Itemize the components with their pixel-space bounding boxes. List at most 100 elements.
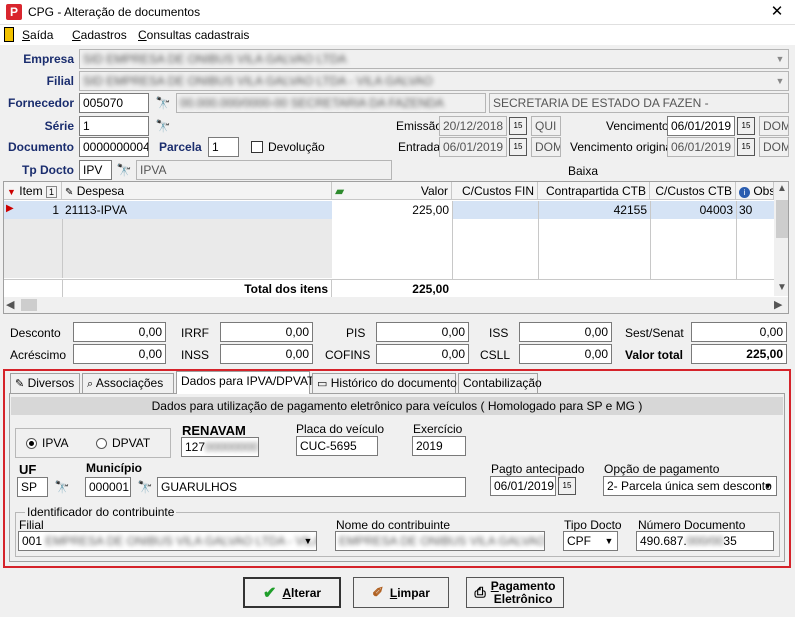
ipva-radio-label: IPVA <box>42 436 69 450</box>
sestsenat-input[interactable]: 0,00 <box>691 322 787 342</box>
renavam-input[interactable]: 12700000000 <box>181 437 259 457</box>
chevron-down-icon[interactable]: ▼ <box>601 532 617 550</box>
col-obs-label: Obs <box>753 184 774 198</box>
col-header-contrapartida[interactable]: Contrapartida CTB <box>538 182 650 200</box>
desconto-input[interactable]: 0,00 <box>73 322 166 342</box>
fornecedor-label: Fornecedor <box>7 96 74 110</box>
col-item-label: Item <box>19 184 43 198</box>
cofins-input[interactable]: 0,00 <box>376 344 469 364</box>
fornecedor-doc-field: 00.000.000/0000-00 SECRETARIA DA FAZENDA <box>176 93 486 113</box>
csll-input[interactable]: 0,00 <box>519 344 612 364</box>
cell-despesa: 21113-IPVA <box>65 203 128 217</box>
chevron-down-icon[interactable]: ▼ <box>772 72 788 90</box>
binoculars-search-icon[interactable]: 🔭 <box>135 477 155 497</box>
calendar-icon[interactable]: 15 <box>509 117 527 135</box>
numero-documento-input[interactable]: 490.687.000/0035 <box>636 531 774 551</box>
parcela-input[interactable]: 1 <box>208 137 239 157</box>
placa-input[interactable]: CUC-5695 <box>296 436 378 456</box>
chevron-down-icon[interactable]: ▼ <box>760 477 776 495</box>
vencimento-label: Vencimento <box>606 119 669 133</box>
empresa-select[interactable]: SID EMPRESA DE ONIBUS VILA GALVAO LTDA <box>79 49 789 69</box>
municipio-name-field[interactable]: GUARULHOS <box>157 477 466 497</box>
table-row[interactable]: ▶ 1 21113-IPVA 225,00 42155 04003 30 <box>4 201 774 219</box>
alterar-label: Alterar <box>282 585 322 600</box>
horizontal-scrollbar[interactable]: ◀ ▶ <box>4 297 788 313</box>
irrf-input[interactable]: 0,00 <box>220 322 313 342</box>
col-header-valor[interactable]: ▰ Valor <box>332 182 452 200</box>
binoculars-search-icon[interactable]: 🔭 <box>153 116 173 136</box>
renavam-hidden: 00000000 <box>205 440 259 454</box>
chevron-down-icon[interactable]: ▼ <box>772 50 788 68</box>
items-grid[interactable]: ▼ Item 1 ✎ Despesa ▰ Valor C/Custos FIN … <box>3 181 789 314</box>
documento-label: Documento <box>8 140 74 154</box>
col-header-despesa[interactable]: ✎ Despesa <box>62 182 332 200</box>
filial-contrib-select[interactable]: 001 EMPRESA DE ONIBUS VILA GALVAO LTDA -… <box>18 531 317 551</box>
opcao-pagamento-select[interactable]: 2- Parcela única sem desconto <box>603 476 777 496</box>
pis-input[interactable]: 0,00 <box>376 322 469 342</box>
pagto-antecipado-date-input[interactable]: 06/01/2019 <box>490 476 556 496</box>
vencimento-date-input[interactable]: 06/01/2019 <box>667 116 735 136</box>
fornecedor-code-input[interactable]: 005070 <box>79 93 149 113</box>
iss-input[interactable]: 0,00 <box>519 322 612 342</box>
binoculars-search-icon[interactable]: 🔭 <box>114 160 134 180</box>
sort-arrow-icon: ▼ <box>7 187 16 197</box>
devolucao-label: Devolução <box>268 140 325 154</box>
uf-input[interactable]: SP <box>17 477 48 497</box>
municipio-code-input[interactable]: 000001 <box>85 477 131 497</box>
menu-saida[interactable]: Saída <box>22 28 53 42</box>
menu-cadastros[interactable]: Cadastros <box>72 28 127 42</box>
col-item-sort-badge: 1 <box>45 186 57 198</box>
inss-input[interactable]: 0,00 <box>220 344 313 364</box>
limpar-label: Limpar <box>389 585 430 600</box>
dpvat-radio[interactable] <box>96 438 107 449</box>
scroll-down-icon[interactable]: ▼ <box>774 282 788 293</box>
tpdocto-input[interactable]: IPV <box>79 160 112 180</box>
binoculars-search-icon[interactable]: 🔭 <box>153 93 173 113</box>
documento-input[interactable]: 0000000004 <box>79 137 149 157</box>
serie-input[interactable]: 1 <box>79 116 149 136</box>
menu-consultas-cadastrais[interactable]: Consultas cadastrais <box>138 28 249 42</box>
filial-select[interactable]: SID EMPRESA DE ONIBUS VILA GALVAO LTDA -… <box>79 71 789 91</box>
eletronico-label: Eletrônico <box>493 591 553 606</box>
calendar-icon[interactable]: 15 <box>509 138 527 156</box>
calendar-icon[interactable]: 15 <box>558 477 576 495</box>
alterar-button[interactable]: ✔ Alterar <box>243 577 341 608</box>
binoculars-search-icon[interactable]: 🔭 <box>52 477 72 497</box>
pagto-antecipado-label: Pagto antecipado <box>491 462 585 476</box>
tab-dados-ipva-dpvat[interactable]: Dados para IPVA/DPVAT <box>176 371 314 394</box>
pagamento-eletronico-button[interactable]: ⎙ Pagamento Eletrônico <box>466 577 564 608</box>
baixa-label: Baixa <box>568 164 599 178</box>
tab-associacoes[interactable]: ⌕ Associações <box>82 373 174 393</box>
scroll-thumb[interactable] <box>776 200 788 238</box>
window-title: CPG - Alteração de documentos <box>28 5 201 19</box>
ipva-radio[interactable] <box>26 438 37 449</box>
numdoc-prefix: 490.687. <box>640 534 687 548</box>
menu-bar: Saída Cadastros Consultas cadastrais <box>0 25 795 45</box>
tab-historico[interactable]: ▭ Histórico do documento <box>312 373 457 393</box>
col-header-custos-ctb[interactable]: C/Custos CTB <box>650 182 736 200</box>
devolucao-checkbox[interactable] <box>251 141 263 153</box>
serie-label: Série <box>44 119 74 133</box>
col-header-obs[interactable]: i Obs <box>736 182 774 200</box>
scroll-left-icon[interactable]: ◀ <box>6 298 14 311</box>
calendar-icon[interactable]: 15 <box>737 138 755 156</box>
chevron-down-icon[interactable]: ▼ <box>300 532 316 550</box>
scroll-up-icon[interactable]: ▲ <box>774 183 788 194</box>
emissao-weekday: QUI <box>531 116 561 136</box>
scroll-right-icon[interactable]: ▶ <box>774 298 782 311</box>
exercicio-input[interactable]: 2019 <box>412 436 466 456</box>
tab-contabilizacao[interactable]: Contabilização <box>458 373 542 393</box>
close-icon[interactable]: ✕ <box>762 1 792 23</box>
ipva-section-title: Dados para utilização de pagamento eletr… <box>11 397 783 415</box>
col-header-item[interactable]: ▼ Item 1 <box>4 182 62 200</box>
col-header-custos-fin[interactable]: C/Custos FIN <box>452 182 538 200</box>
h-scroll-thumb[interactable] <box>21 299 37 311</box>
cell-valor: 225,00 <box>332 201 452 219</box>
vertical-scrollbar[interactable]: ▲ ▼ <box>774 182 788 296</box>
nome-contribuinte-hidden: EMPRESA DE ONIBUS VILA GALVAO LTDA <box>339 534 545 548</box>
calendar-icon[interactable]: 15 <box>737 117 755 135</box>
acrescimo-input[interactable]: 0,00 <box>73 344 166 364</box>
limpar-button[interactable]: ✐ Limpar <box>353 577 449 608</box>
tab-diversos[interactable]: ✎ Diversos <box>10 373 80 393</box>
emissao-date: 20/12/2018 <box>439 116 507 136</box>
